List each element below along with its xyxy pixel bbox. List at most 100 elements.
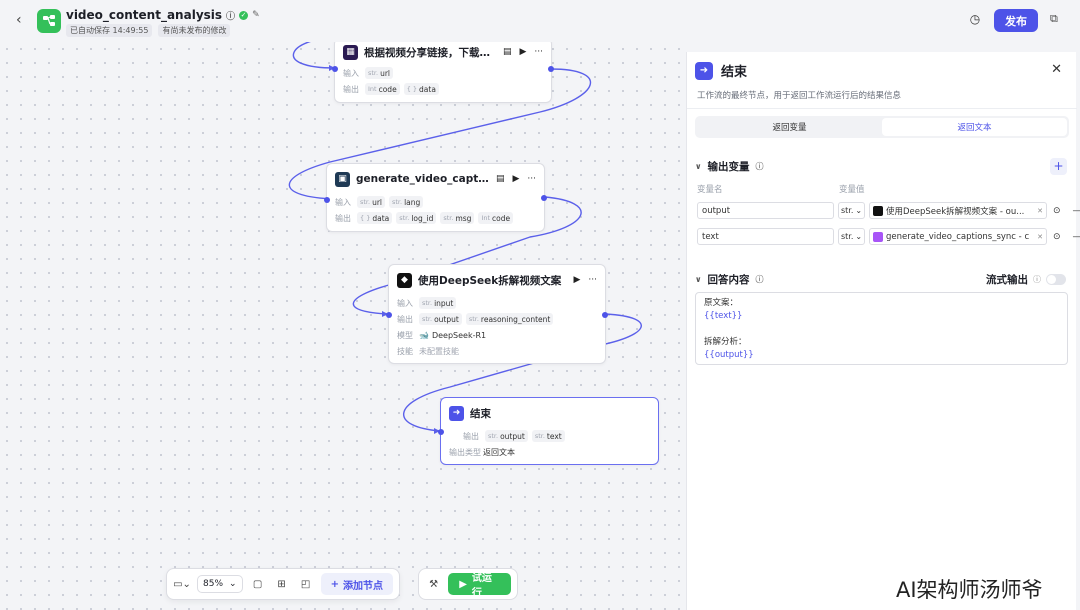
col-header-value: 变量值 — [839, 185, 865, 195]
output-vars-header[interactable]: ∨ 输出变量 ⓘ — [695, 159, 764, 174]
info-icon[interactable]: ⓘ — [1033, 274, 1041, 285]
node-deepseek-llm[interactable]: ◆ 使用DeepSeek拆解视频文案 ▶ ··· 输入 str. input 输出… — [386, 264, 608, 364]
copy-icon[interactable]: ⧉ — [1050, 12, 1066, 28]
node-actions: ▤ ▶ ··· — [503, 47, 543, 57]
close-icon[interactable]: ✕ — [1051, 62, 1062, 77]
output-port[interactable] — [541, 195, 547, 201]
node-note-icon[interactable]: ▤ — [496, 174, 505, 184]
input-port[interactable] — [386, 312, 392, 318]
node-input-row: 输入 str. input — [389, 295, 605, 311]
type-label: str. — [422, 299, 433, 307]
input-label: 输入 — [343, 68, 359, 78]
output-type-value: 返回文本 — [483, 447, 515, 457]
var-actions: ⊙ — — [1053, 202, 1080, 219]
add-node-button[interactable]: + 添加节点 — [320, 573, 393, 595]
panel-header: ➜ 结束 — [695, 61, 747, 80]
var-label: data — [419, 84, 436, 94]
var-ref-select[interactable]: 使用DeepSeek拆解视频文案 - ou... ✕ — [869, 202, 1047, 219]
output-port[interactable] — [548, 66, 554, 72]
input-port[interactable] — [438, 429, 444, 435]
node-skill-row: 技能 未配置技能 — [389, 343, 605, 359]
deepseek-whale-icon: 🐋 — [419, 330, 429, 340]
more-icon[interactable]: ··· — [527, 174, 536, 184]
node-actions: ▶ ··· — [573, 275, 597, 285]
top-header: ‹ video_content_analysis ⓘ ✓ ✎ 已自动保存 14:… — [0, 0, 1080, 42]
remove-icon[interactable]: — — [1073, 232, 1080, 242]
node-output-row: 输出 { } data str. log_id str. msg Int code — [327, 210, 544, 226]
zoom-value: 85% — [203, 579, 224, 589]
node-note-icon[interactable]: ▤ — [503, 47, 512, 57]
publish-button[interactable]: 发布 — [994, 9, 1038, 32]
stream-output-label: 流式输出 — [986, 274, 1028, 286]
back-arrow-icon[interactable]: ‹ — [16, 13, 30, 27]
history-clock-icon[interactable]: ◷ — [966, 12, 984, 30]
clear-icon[interactable]: ✕ — [1037, 233, 1043, 241]
run-node-icon[interactable]: ▶ — [512, 174, 519, 184]
answer-line: 拆解分析： — [704, 337, 747, 347]
output-port[interactable] — [602, 312, 608, 318]
add-variable-button[interactable]: + — [1050, 158, 1067, 175]
clear-icon[interactable]: ✕ — [1037, 207, 1043, 215]
type-label: str. — [468, 315, 479, 323]
tab-return-variables[interactable]: 返回变量 — [697, 118, 882, 136]
settings-icon[interactable]: ⊙ — [1053, 232, 1061, 242]
input-port[interactable] — [332, 66, 338, 72]
node-actions: ▤ ▶ ··· — [496, 174, 536, 184]
stream-output-toggle[interactable] — [1046, 274, 1066, 285]
info-icon[interactable]: ⓘ — [756, 161, 764, 172]
node-header: ◆ 使用DeepSeek拆解视频文案 ▶ ··· — [389, 265, 605, 295]
tab-return-text[interactable]: 返回文本 — [882, 118, 1067, 136]
input-port[interactable] — [324, 197, 330, 203]
run-node-icon[interactable]: ▶ — [573, 275, 580, 285]
layout-grid-icon[interactable]: ⊞ — [273, 575, 291, 593]
end-node-icon: ➜ — [449, 405, 464, 421]
node-end[interactable]: ➜ 结束 输出 str. output str. text 输出类型 返回文本 — [438, 397, 659, 465]
app-title: video_content_analysis ⓘ ✓ ✎ — [66, 8, 260, 22]
chevron-down-icon: ∨ — [695, 275, 702, 284]
section-title: 输出变量 — [707, 161, 750, 173]
answer-content-editor[interactable]: 原文案： {{text}} 拆解分析： {{output}} — [695, 292, 1068, 365]
workflow-canvas[interactable]: ▦ 根据视频分享链接，下载视频 ▤ ▶ ··· 输入 str. url 输出 In… — [0, 42, 686, 610]
canvas-toolbar: ▭⌄ 85% ⌄ ▢ ⊞ ◰ + 添加节点 — [166, 568, 400, 600]
fit-view-icon[interactable]: ◰ — [297, 575, 315, 593]
run-node-icon[interactable]: ▶ — [519, 47, 526, 57]
type-label: str. — [422, 315, 433, 323]
settings-icon[interactable]: ⊙ — [1053, 206, 1061, 216]
test-run-label: 试运行 — [471, 573, 492, 599]
comment-icon[interactable]: ▢ — [249, 575, 267, 593]
input-tag: str. url — [357, 196, 385, 208]
var-name-input[interactable]: output — [697, 202, 834, 219]
var-label: lang — [404, 197, 421, 207]
autosave-badge: 已自动保存 14:49:55 — [66, 24, 153, 37]
more-icon[interactable]: ··· — [534, 47, 543, 57]
var-ref-select[interactable]: generate_video_captions_sync - c ✕ — [869, 228, 1047, 245]
var-label: input — [434, 298, 454, 308]
info-icon[interactable]: ⓘ — [756, 274, 764, 285]
minimap-icon[interactable]: ▭⌄ — [173, 575, 191, 593]
test-run-button[interactable]: ▶ 试运行 — [448, 573, 511, 599]
answer-content-header[interactable]: ∨ 回答内容 ⓘ — [695, 272, 764, 287]
node-download-video[interactable]: ▦ 根据视频分享链接，下载视频 ▤ ▶ ··· 输入 str. url 输出 In… — [332, 42, 554, 103]
var-name-input[interactable]: text — [697, 228, 834, 245]
node-generate-captions[interactable]: ▣ generate_video_captions_s... ▤ ▶ ··· 输… — [324, 163, 547, 232]
output-tag: str. reasoning_content — [465, 313, 554, 325]
output-tag: { } data — [357, 212, 393, 224]
type-label: str. — [368, 69, 379, 77]
more-icon[interactable]: ··· — [588, 275, 597, 285]
debug-tool-icon[interactable]: ⚒ — [425, 575, 442, 593]
info-icon[interactable]: ⓘ — [226, 9, 235, 22]
plugin-icon: ▦ — [343, 44, 358, 60]
edit-icon[interactable]: ✎ — [252, 10, 260, 20]
unpublished-badge: 有尚未发布的修改 — [158, 24, 231, 37]
var-type-select[interactable]: str. ⌄ — [838, 228, 865, 245]
node-model-row: 模型 🐋 DeepSeek-R1 — [389, 327, 605, 343]
zoom-select[interactable]: 85% ⌄ — [197, 575, 243, 593]
remove-icon[interactable]: — — [1073, 206, 1080, 216]
var-label: output — [500, 431, 525, 441]
var-type-select[interactable]: str. ⌄ — [838, 202, 865, 219]
chevron-down-icon: ⌄ — [855, 232, 863, 241]
output-tag: { } data — [403, 83, 439, 95]
panel-divider — [687, 108, 1077, 109]
type-label: Int — [481, 214, 491, 222]
add-node-label: 添加节点 — [342, 580, 383, 592]
